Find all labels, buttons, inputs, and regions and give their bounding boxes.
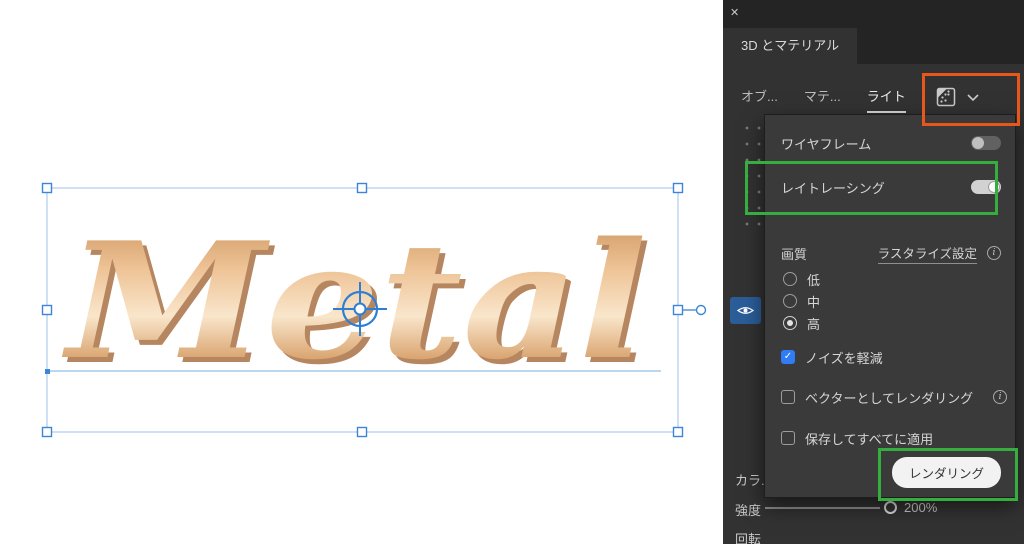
render-settings-icon — [936, 87, 956, 107]
artboard-canvas: Metal Metal — [41, 182, 707, 438]
panel-tab-bar: 3D とマテリアル — [723, 28, 1024, 64]
side-handle-circle[interactable] — [695, 304, 707, 316]
save-apply-checkbox-label: 保存してすべてに適用 — [805, 431, 934, 447]
artwork-text: Metal — [61, 207, 647, 395]
radio-low-label: 低 — [807, 272, 821, 288]
wireframe-toggle[interactable] — [971, 136, 1001, 150]
render-settings-button[interactable] — [936, 84, 998, 110]
selection-handle-bottom-left[interactable] — [41, 426, 53, 438]
light-visibility-chip[interactable] — [730, 297, 761, 324]
quality-option-high[interactable]: 高 — [783, 311, 1001, 335]
selection-handle-top-mid[interactable] — [356, 182, 368, 194]
radio-high-label: 高 — [807, 316, 821, 332]
tab-material[interactable]: マテ... — [804, 86, 841, 113]
raytracing-label: レイトレーシング — [781, 180, 885, 196]
rasterize-settings-link[interactable]: ラスタライズ設定 — [877, 243, 977, 264]
selection-handle-top-right[interactable] — [672, 182, 684, 194]
baseline-anchor[interactable] — [45, 369, 50, 374]
vector-checkbox-label: ベクターとしてレンダリング — [805, 390, 974, 406]
vector-row[interactable]: ベクターとしてレンダリング — [781, 385, 1008, 409]
panel-header: ✕ — [723, 0, 1024, 28]
render-button[interactable]: レンダリング — [891, 457, 1001, 488]
wireframe-row: ワイヤフレーム — [781, 131, 1001, 155]
quality-option-medium[interactable]: 中 — [783, 289, 1001, 313]
radio-low[interactable] — [783, 272, 797, 286]
selection-handle-mid-right[interactable] — [672, 304, 684, 316]
vector-checkbox[interactable] — [781, 390, 795, 404]
vector-info-icon[interactable] — [993, 390, 1008, 404]
light-widget-dots — [741, 120, 765, 232]
close-icon[interactable]: ✕ — [730, 6, 739, 19]
raytracing-toggle[interactable] — [971, 180, 1001, 194]
render-settings-dropdown: ワイヤフレーム レイトレーシング 画質 ラスタライズ設定 低 中 — [764, 114, 1016, 498]
view-tabs: オブ... マテ... ライト — [741, 86, 906, 113]
quality-label: 画質 — [781, 246, 808, 262]
save-apply-row[interactable]: 保存してすべてに適用 — [781, 426, 1001, 450]
save-apply-checkbox[interactable] — [781, 431, 795, 445]
eye-icon — [737, 307, 754, 314]
radio-high[interactable] — [783, 316, 797, 330]
intensity-slider-knob[interactable] — [884, 501, 897, 514]
selection-handle-bottom-mid[interactable] — [356, 426, 368, 438]
noise-checkbox-label: ノイズを軽減 — [805, 350, 883, 366]
intensity-value: 200% — [904, 500, 938, 515]
selection-handle-top-left[interactable] — [41, 182, 53, 194]
selection-handle-mid-left[interactable] — [41, 304, 53, 316]
intensity-label: 強度 — [735, 503, 762, 518]
wireframe-label: ワイヤフレーム — [781, 136, 872, 152]
selection-handle-bottom-right[interactable] — [672, 426, 684, 438]
rasterize-info-icon[interactable] — [987, 246, 1001, 260]
noise-checkbox[interactable] — [781, 350, 795, 364]
chevron-down-icon — [967, 93, 979, 101]
quality-option-low[interactable]: 低 — [783, 267, 1001, 291]
noise-row[interactable]: ノイズを軽減 — [781, 345, 1001, 369]
quality-row: 画質 ラスタライズ設定 — [781, 241, 1001, 265]
panel-title-tab[interactable]: 3D とマテリアル — [723, 28, 858, 64]
tab-object[interactable]: オブ... — [741, 86, 778, 113]
app-window: Metal Metal ✕ 3D とマテリアル オブ... マテ... ライト … — [0, 0, 1024, 544]
raytracing-row: レイトレーシング — [781, 175, 1001, 199]
toggle-knob — [988, 181, 1000, 193]
radio-medium-label: 中 — [807, 294, 821, 310]
rotation-label: 回転 — [735, 532, 762, 544]
intensity-slider-track — [765, 507, 880, 509]
radio-medium[interactable] — [783, 294, 797, 308]
toggle-knob — [972, 137, 984, 149]
tab-light[interactable]: ライト — [866, 86, 906, 113]
